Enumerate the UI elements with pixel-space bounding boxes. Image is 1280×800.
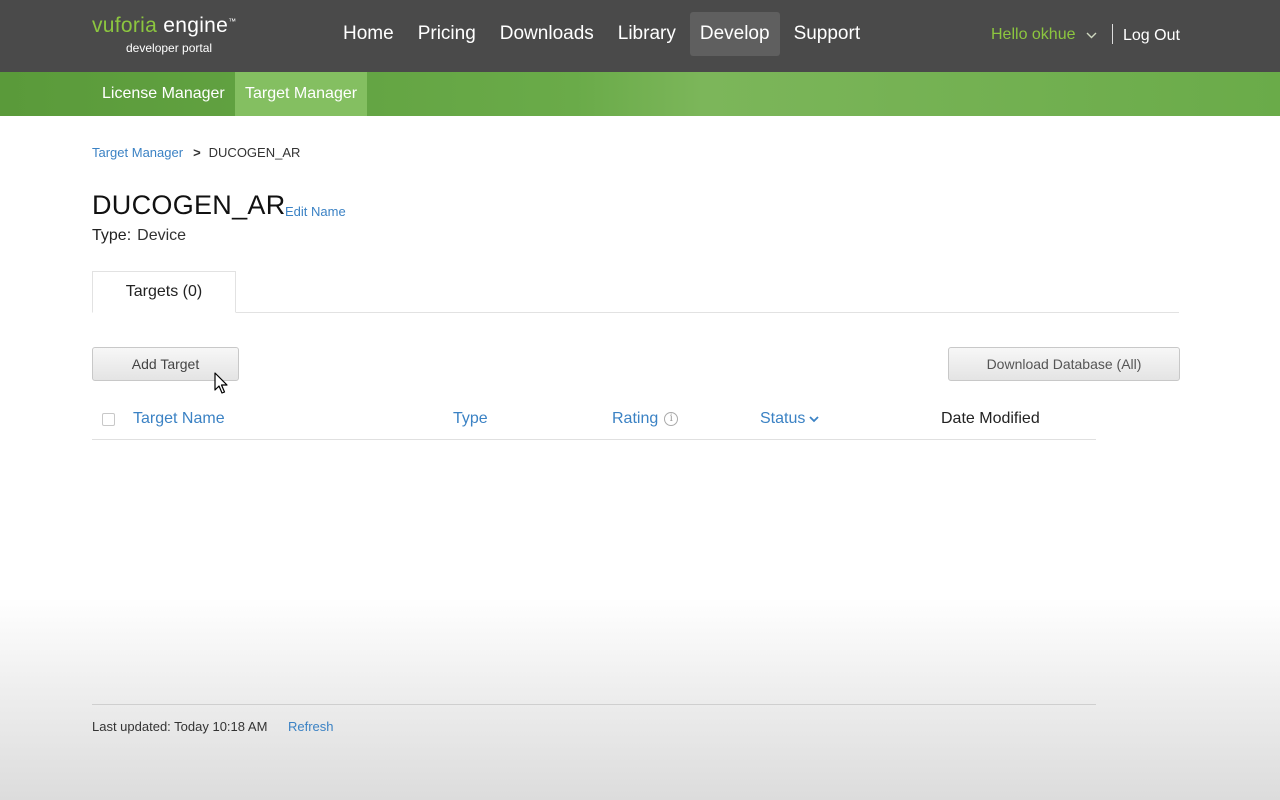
tab-targets[interactable]: Targets (0) xyxy=(92,271,236,313)
nav-item-library[interactable]: Library xyxy=(608,12,686,56)
column-rating[interactable]: Rating i xyxy=(612,410,679,428)
logo-suffix: engine xyxy=(163,14,229,37)
subnav-item-target-manager[interactable]: Target Manager xyxy=(235,72,368,116)
column-status-label: Status xyxy=(760,410,806,428)
logo-trademark: ™ xyxy=(228,17,237,26)
logout-link[interactable]: Log Out xyxy=(1123,25,1180,47)
breadcrumb-separator: > xyxy=(193,145,201,160)
info-icon[interactable]: i xyxy=(664,411,679,426)
main-menu: Home Pricing Downloads Library Develop S… xyxy=(333,12,874,56)
nav-item-support[interactable]: Support xyxy=(784,12,871,56)
logo-prefix: vuforia xyxy=(92,14,158,37)
nav-item-develop[interactable]: Develop xyxy=(689,12,780,56)
user-menu[interactable]: Hello okhue xyxy=(991,24,1097,46)
nav-item-pricing[interactable]: Pricing xyxy=(408,12,486,56)
type-value: Device xyxy=(137,227,187,244)
chevron-down-icon xyxy=(809,410,819,428)
type-label: Type: xyxy=(92,227,132,244)
database-type: Type: Device xyxy=(92,227,186,245)
logo-wordmark: vuforia engine™ xyxy=(92,14,236,38)
column-target-name[interactable]: Target Name xyxy=(133,410,225,428)
edit-name-link[interactable]: Edit Name xyxy=(285,204,346,219)
column-rating-label: Rating xyxy=(612,410,659,427)
logo-subtitle: developer portal xyxy=(126,41,213,55)
last-updated-text: Last updated: Today 10:18 AM xyxy=(92,719,268,734)
footer-divider xyxy=(92,704,1096,705)
breadcrumb-target-manager-link[interactable]: Target Manager xyxy=(92,145,183,160)
nav-item-downloads[interactable]: Downloads xyxy=(490,12,604,56)
nav-divider xyxy=(1112,24,1113,44)
chevron-down-icon xyxy=(1086,24,1097,46)
breadcrumb: Target Manager > DUCOGEN_AR xyxy=(92,145,300,163)
subnav-item-license-manager[interactable]: License Manager xyxy=(92,72,235,116)
select-all-checkbox[interactable] xyxy=(102,413,115,426)
column-date-modified: Date Modified xyxy=(941,410,1040,427)
vuforia-engine-logo[interactable]: vuforia engine™ developer portal xyxy=(92,14,262,60)
top-navigation-bar: vuforia engine™ developer portal Home Pr… xyxy=(0,0,1280,72)
user-greeting-label: Hello okhue xyxy=(991,26,1076,44)
nav-item-home[interactable]: Home xyxy=(333,12,404,56)
sub-navigation-bar: License Manager Target Manager xyxy=(0,72,1280,116)
mouse-pointer-icon xyxy=(214,372,230,396)
tabs-divider xyxy=(92,312,1179,313)
page-title: DUCOGEN_AR xyxy=(92,190,286,220)
breadcrumb-current: DUCOGEN_AR xyxy=(208,145,301,160)
column-type[interactable]: Type xyxy=(453,410,488,428)
refresh-link[interactable]: Refresh xyxy=(288,719,334,734)
download-database-button[interactable]: Download Database (All) xyxy=(948,347,1180,381)
column-status[interactable]: Status xyxy=(760,410,819,428)
targets-table-header: Target Name Type Rating i Status Date Mod… xyxy=(92,404,1096,440)
